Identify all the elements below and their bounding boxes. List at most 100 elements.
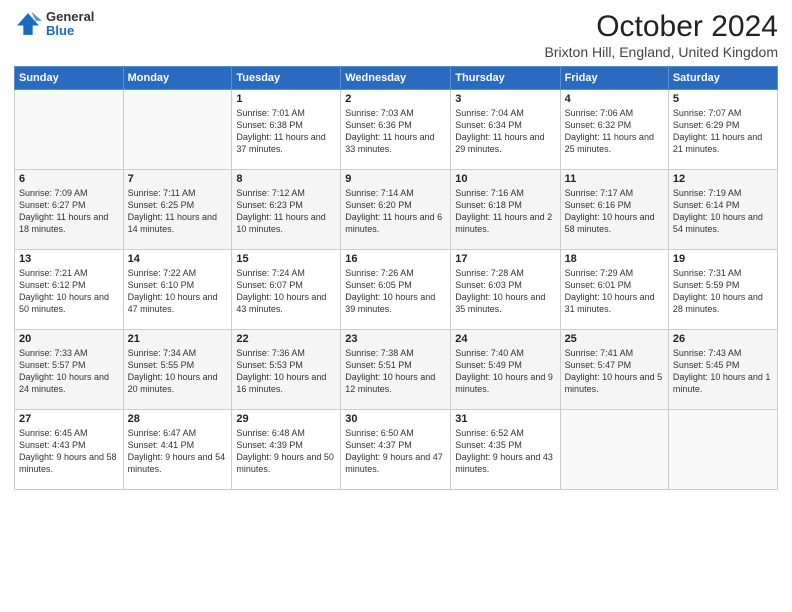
calendar-cell: 3Sunrise: 7:04 AMSunset: 6:34 PMDaylight…: [451, 90, 560, 170]
calendar-cell: 4 Sunrise: 7:06 AMSunset: 6:32 PMDaylight…: [560, 90, 668, 170]
day-info: Sunrise: 7:38 AMSunset: 5:51 PMDaylight:…: [345, 347, 446, 396]
header-day-saturday: Saturday: [668, 67, 777, 90]
calendar-cell: [123, 90, 232, 170]
day-number: 17: [455, 253, 555, 265]
page: General Blue October 2024 Brixton Hill, …: [0, 0, 792, 612]
logo-blue: Blue: [46, 24, 94, 38]
day-info: Sunrise: 6:50 AMSunset: 4:37 PMDaylight:…: [345, 427, 446, 476]
subtitle: Brixton Hill, England, United Kingdom: [545, 44, 778, 60]
day-number: 5: [673, 93, 773, 105]
calendar-cell: 10 Sunrise: 7:16 AMSunset: 6:18 PMDayligh…: [451, 170, 560, 250]
calendar-cell: 15Sunrise: 7:24 AMSunset: 6:07 PMDayligh…: [232, 250, 341, 330]
day-number: 30: [345, 413, 446, 425]
header-day-thursday: Thursday: [451, 67, 560, 90]
day-info: Sunrise: 7:41 AMSunset: 5:47 PMDaylight:…: [565, 347, 664, 396]
day-info: Sunrise: 6:52 AMSunset: 4:35 PMDaylight:…: [455, 427, 555, 476]
week-row-1: 1 Sunrise: 7:01 AMSunset: 6:38 PMDaylight…: [15, 90, 778, 170]
calendar-cell: 13 Sunrise: 7:21 AMSunset: 6:12 PMDayligh…: [15, 250, 124, 330]
day-number: 8: [236, 173, 336, 185]
day-number: 22: [236, 333, 336, 345]
day-info: Sunrise: 6:47 AMSunset: 4:41 PMDaylight:…: [128, 427, 228, 476]
day-number: 16: [345, 253, 446, 265]
day-info: Sunrise: 6:45 AMSunset: 4:43 PMDaylight:…: [19, 427, 119, 476]
day-number: 14: [128, 253, 228, 265]
day-info: Sunrise: 7:03 AMSunset: 6:36 PMDaylight:…: [345, 107, 446, 156]
day-number: 24: [455, 333, 555, 345]
calendar-cell: 30 Sunrise: 6:50 AMSunset: 4:37 PMDayligh…: [341, 410, 451, 490]
day-info: Sunrise: 7:14 AMSunset: 6:20 PMDaylight:…: [345, 187, 446, 236]
header: General Blue October 2024 Brixton Hill, …: [14, 10, 778, 60]
calendar-cell: 27Sunrise: 6:45 AMSunset: 4:43 PMDayligh…: [15, 410, 124, 490]
day-number: 2: [345, 93, 446, 105]
day-info: Sunrise: 7:21 AMSunset: 6:12 PMDaylight:…: [19, 267, 119, 316]
day-info: Sunrise: 7:29 AMSunset: 6:01 PMDaylight:…: [565, 267, 664, 316]
week-row-4: 20 Sunrise: 7:33 AMSunset: 5:57 PMDayligh…: [15, 330, 778, 410]
logo-icon: [14, 10, 42, 38]
day-number: 12: [673, 173, 773, 185]
week-row-2: 6 Sunrise: 7:09 AMSunset: 6:27 PMDaylight…: [15, 170, 778, 250]
header-day-sunday: Sunday: [15, 67, 124, 90]
week-row-3: 13 Sunrise: 7:21 AMSunset: 6:12 PMDayligh…: [15, 250, 778, 330]
calendar-cell: 14 Sunrise: 7:22 AMSunset: 6:10 PMDayligh…: [123, 250, 232, 330]
calendar-cell: [560, 410, 668, 490]
calendar-cell: 22 Sunrise: 7:36 AMSunset: 5:53 PMDayligh…: [232, 330, 341, 410]
calendar-cell: 8 Sunrise: 7:12 AMSunset: 6:23 PMDaylight…: [232, 170, 341, 250]
main-title: October 2024: [545, 10, 778, 44]
day-info: Sunrise: 7:09 AMSunset: 6:27 PMDaylight:…: [19, 187, 119, 236]
day-info: Sunrise: 7:28 AMSunset: 6:03 PMDaylight:…: [455, 267, 555, 316]
calendar-cell: 20 Sunrise: 7:33 AMSunset: 5:57 PMDayligh…: [15, 330, 124, 410]
header-row: SundayMondayTuesdayWednesdayThursdayFrid…: [15, 67, 778, 90]
day-number: 13: [19, 253, 119, 265]
logo-general: General: [46, 10, 94, 24]
calendar-cell: 28 Sunrise: 6:47 AMSunset: 4:41 PMDayligh…: [123, 410, 232, 490]
day-info: Sunrise: 7:16 AMSunset: 6:18 PMDaylight:…: [455, 187, 555, 236]
day-number: 1: [236, 93, 336, 105]
calendar-cell: 19Sunrise: 7:31 AMSunset: 5:59 PMDayligh…: [668, 250, 777, 330]
day-number: 28: [128, 413, 228, 425]
day-info: Sunrise: 6:48 AMSunset: 4:39 PMDaylight:…: [236, 427, 336, 476]
header-day-monday: Monday: [123, 67, 232, 90]
day-number: 11: [565, 173, 664, 185]
calendar-cell: 25Sunrise: 7:41 AMSunset: 5:47 PMDayligh…: [560, 330, 668, 410]
day-number: 7: [128, 173, 228, 185]
calendar-cell: 2 Sunrise: 7:03 AMSunset: 6:36 PMDaylight…: [341, 90, 451, 170]
day-number: 4: [565, 93, 664, 105]
day-info: Sunrise: 7:07 AMSunset: 6:29 PMDaylight:…: [673, 107, 773, 156]
day-info: Sunrise: 7:17 AMSunset: 6:16 PMDaylight:…: [565, 187, 664, 236]
calendar-cell: 1 Sunrise: 7:01 AMSunset: 6:38 PMDaylight…: [232, 90, 341, 170]
day-info: Sunrise: 7:31 AMSunset: 5:59 PMDaylight:…: [673, 267, 773, 316]
week-row-5: 27Sunrise: 6:45 AMSunset: 4:43 PMDayligh…: [15, 410, 778, 490]
calendar-cell: 17 Sunrise: 7:28 AMSunset: 6:03 PMDayligh…: [451, 250, 560, 330]
calendar-header: SundayMondayTuesdayWednesdayThursdayFrid…: [15, 67, 778, 90]
calendar-cell: 29Sunrise: 6:48 AMSunset: 4:39 PMDayligh…: [232, 410, 341, 490]
title-block: October 2024 Brixton Hill, England, Unit…: [545, 10, 778, 60]
day-number: 6: [19, 173, 119, 185]
day-number: 23: [345, 333, 446, 345]
header-day-friday: Friday: [560, 67, 668, 90]
calendar-cell: [668, 410, 777, 490]
day-info: Sunrise: 7:34 AMSunset: 5:55 PMDaylight:…: [128, 347, 228, 396]
day-info: Sunrise: 7:19 AMSunset: 6:14 PMDaylight:…: [673, 187, 773, 236]
logo: General Blue: [14, 10, 94, 39]
day-info: Sunrise: 7:12 AMSunset: 6:23 PMDaylight:…: [236, 187, 336, 236]
day-info: Sunrise: 7:33 AMSunset: 5:57 PMDaylight:…: [19, 347, 119, 396]
header-day-tuesday: Tuesday: [232, 67, 341, 90]
calendar-cell: 31Sunrise: 6:52 AMSunset: 4:35 PMDayligh…: [451, 410, 560, 490]
day-number: 9: [345, 173, 446, 185]
day-info: Sunrise: 7:36 AMSunset: 5:53 PMDaylight:…: [236, 347, 336, 396]
calendar-cell: 6 Sunrise: 7:09 AMSunset: 6:27 PMDaylight…: [15, 170, 124, 250]
calendar-body: 1 Sunrise: 7:01 AMSunset: 6:38 PMDaylight…: [15, 90, 778, 490]
day-info: Sunrise: 7:06 AMSunset: 6:32 PMDaylight:…: [565, 107, 664, 156]
day-number: 20: [19, 333, 119, 345]
calendar-table: SundayMondayTuesdayWednesdayThursdayFrid…: [14, 66, 778, 490]
day-number: 15: [236, 253, 336, 265]
day-info: Sunrise: 7:04 AMSunset: 6:34 PMDaylight:…: [455, 107, 555, 156]
calendar-cell: 7Sunrise: 7:11 AMSunset: 6:25 PMDaylight…: [123, 170, 232, 250]
day-info: Sunrise: 7:22 AMSunset: 6:10 PMDaylight:…: [128, 267, 228, 316]
calendar-cell: 26Sunrise: 7:43 AMSunset: 5:45 PMDayligh…: [668, 330, 777, 410]
calendar-cell: 5 Sunrise: 7:07 AMSunset: 6:29 PMDaylight…: [668, 90, 777, 170]
day-number: 18: [565, 253, 664, 265]
day-info: Sunrise: 7:01 AMSunset: 6:38 PMDaylight:…: [236, 107, 336, 156]
logo-text: General Blue: [46, 10, 94, 39]
day-number: 10: [455, 173, 555, 185]
